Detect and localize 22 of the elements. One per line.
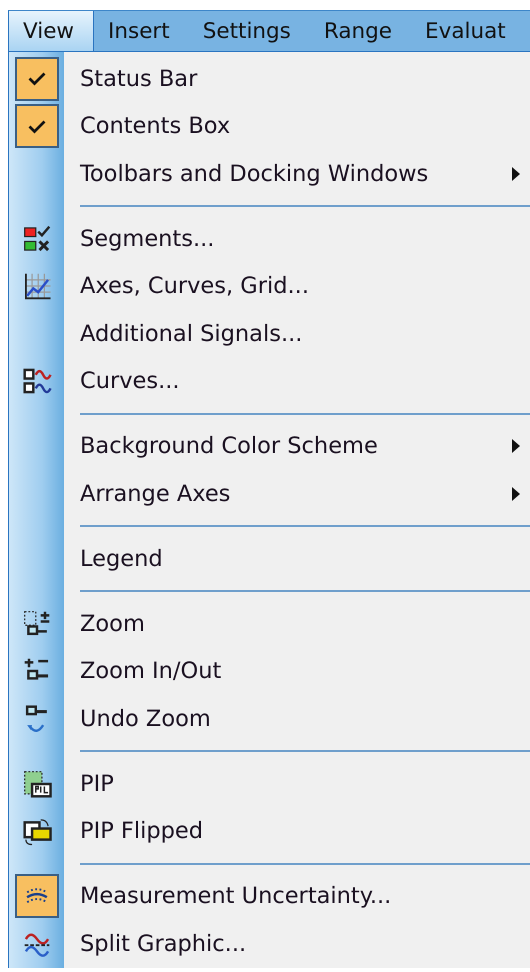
- menu-item[interactable]: Measurement Uncertainty...: [9, 872, 530, 920]
- menu-tab[interactable]: Settings: [188, 11, 310, 51]
- menu-item[interactable]: Arrange Axes: [9, 470, 530, 518]
- menu-item[interactable]: Contents Box: [9, 102, 530, 150]
- menu-item[interactable]: Legend: [9, 535, 530, 582]
- menu-item[interactable]: Additional Signals...: [9, 310, 530, 358]
- menu-item[interactable]: Curves...: [9, 358, 530, 405]
- menu-tab[interactable]: View: [9, 11, 94, 51]
- menu-item[interactable]: Axes, Curves, Grid...: [9, 262, 530, 310]
- menu-item[interactable]: Zoom In/Out: [9, 648, 530, 695]
- menu-item[interactable]: Segments...: [9, 215, 530, 262]
- menu-item[interactable]: Split Graphic...: [9, 920, 530, 968]
- menu-item[interactable]: Status Bar: [9, 55, 530, 102]
- menu-item[interactable]: Toolbars and Docking Windows: [9, 150, 530, 198]
- menu-tab[interactable]: Insert: [94, 11, 189, 51]
- menu-item[interactable]: Background Color Scheme: [9, 422, 530, 470]
- menu-item[interactable]: Undo Zoom: [9, 695, 530, 742]
- menu-item[interactable]: PIP: [9, 760, 530, 808]
- menu-tab[interactable]: Range: [310, 11, 412, 51]
- menu-item[interactable]: PIP Flipped: [9, 808, 530, 855]
- menu-tab[interactable]: Evaluat: [411, 11, 525, 51]
- menu-item[interactable]: Zoom: [9, 600, 530, 648]
